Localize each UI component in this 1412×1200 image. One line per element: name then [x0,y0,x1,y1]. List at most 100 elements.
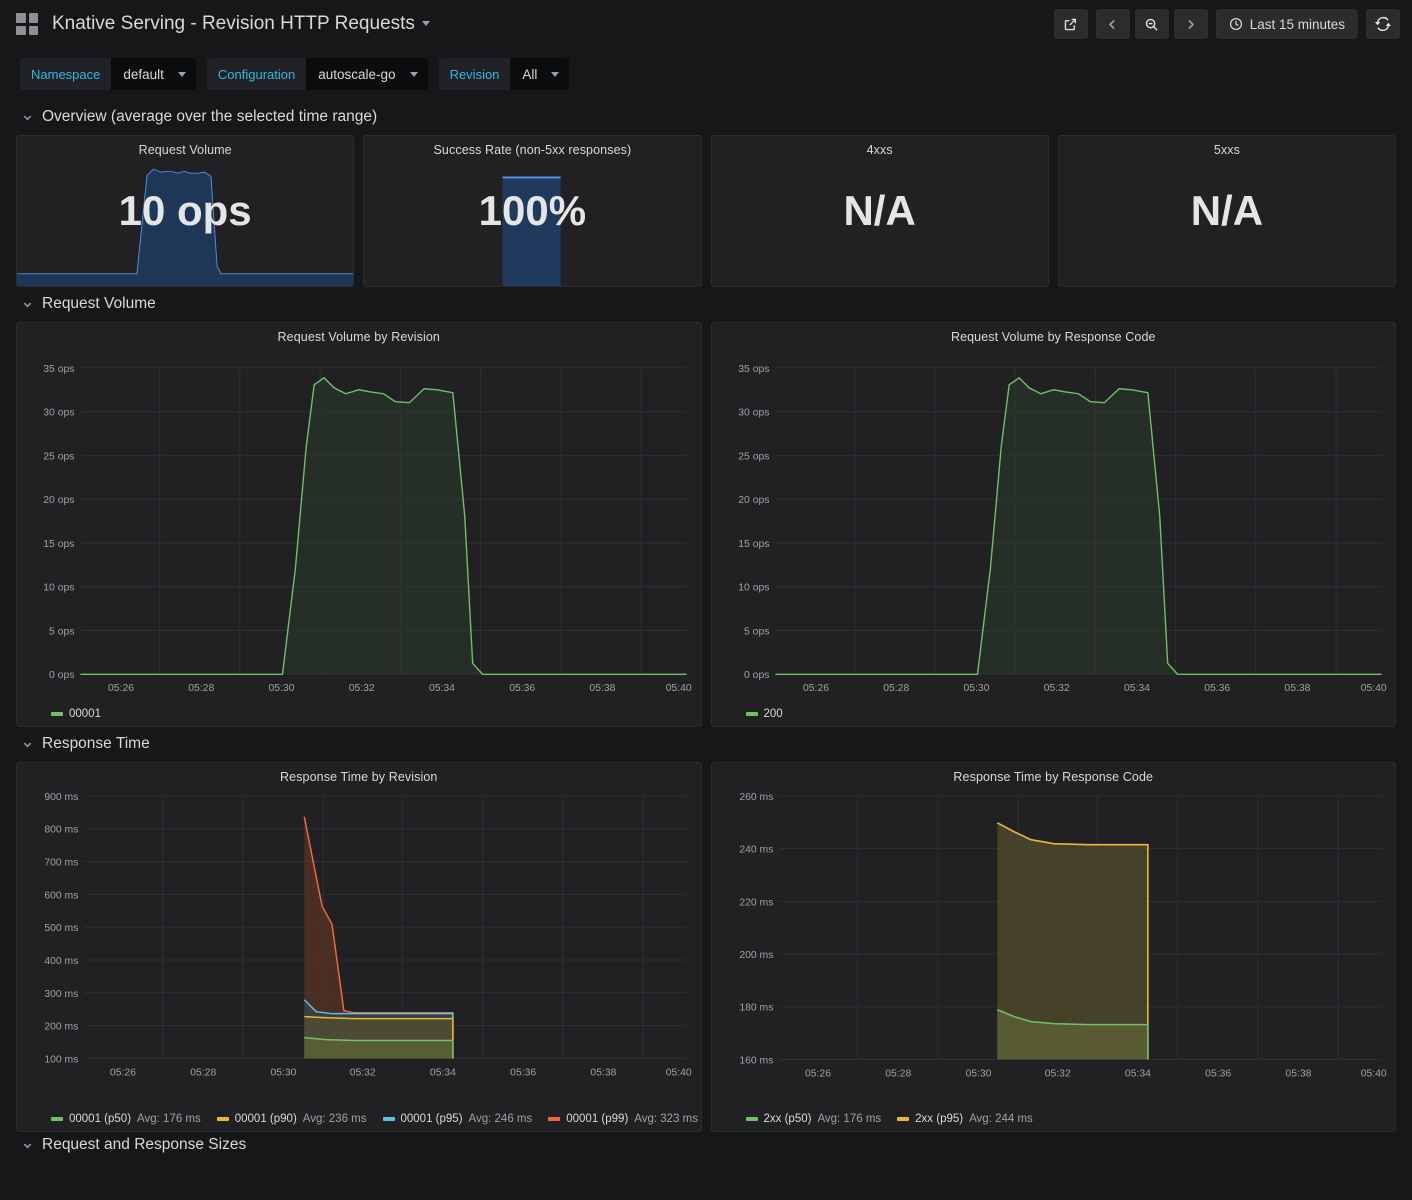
svg-text:05:28: 05:28 [885,1068,911,1079]
svg-text:30 ops: 30 ops [43,408,74,419]
legend-item[interactable]: 2xx (p50) Avg: 176 ms [746,1113,882,1125]
legend-color-swatch [51,712,63,716]
svg-text:0 ops: 0 ops [49,670,74,681]
legend-item[interactable]: 00001 (p95) Avg: 246 ms [383,1113,533,1125]
row-header-request-response-sizes[interactable]: Request and Response Sizes [0,1132,1412,1156]
legend-item[interactable]: 200 [746,708,783,720]
svg-text:05:28: 05:28 [190,1067,216,1078]
chevron-down-icon [178,72,186,77]
panel-response-time-by-response-code[interactable]: Response Time by Response Code 260 ms 24… [711,762,1397,1132]
svg-text:05:34: 05:34 [1123,683,1149,694]
time-range-label: Last 15 minutes [1250,17,1345,32]
stat-value-request-volume: 10 ops [119,190,252,232]
chevron-down-icon [22,112,33,123]
legend-color-swatch [897,1117,909,1121]
svg-text:05:30: 05:30 [270,1067,296,1078]
svg-text:05:30: 05:30 [268,683,294,694]
legend-avg: Avg: 176 ms [817,1113,881,1125]
row-title-overview: Overview (average over the selected time… [42,108,377,126]
chevron-down-icon [551,72,559,77]
legend-color-swatch [746,712,758,716]
panel-request-volume-by-revision[interactable]: Request Volume by Revision 35 ops 30 ops… [16,322,702,727]
variable-namespace-select[interactable]: default [111,58,196,90]
time-nav-group [1096,9,1208,39]
svg-text:35 ops: 35 ops [43,364,74,375]
panel-response-time-by-revision[interactable]: Response Time by Revision 900 ms 800 ms … [16,762,702,1132]
zoom-out-icon [1144,17,1159,32]
chevron-down-icon [22,739,33,750]
chevron-down-icon [22,1140,33,1151]
legend-item[interactable]: 00001 [51,708,101,720]
svg-text:30 ops: 30 ops [738,408,769,419]
panel-title-rv-response-code: Request Volume by Response Code [712,323,1396,344]
stat-value-4xxs: N/A [843,190,915,232]
zoom-out-button[interactable] [1135,9,1169,39]
panel-title-rv-revision: Request Volume by Revision [17,323,701,344]
time-range-picker[interactable]: Last 15 minutes [1216,9,1358,39]
chevron-left-icon [1106,18,1119,31]
legend-item[interactable]: 00001 (p90) Avg: 236 ms [217,1113,367,1125]
refresh-button[interactable] [1366,9,1400,39]
variable-revision-select[interactable]: All [510,58,569,90]
legend-rt-response-code: 2xx (p50) Avg: 176 ms 2xx (p95) Avg: 244… [712,1113,1396,1125]
svg-text:05:32: 05:32 [349,683,375,694]
panel-5xxs-stat[interactable]: 5xxs N/A [1058,135,1396,287]
legend-label: 00001 (p90) [235,1113,297,1125]
legend-label: 2xx (p50) [764,1113,812,1125]
svg-text:05:36: 05:36 [1205,1068,1231,1079]
svg-text:05:28: 05:28 [188,683,214,694]
svg-text:05:38: 05:38 [1284,683,1310,694]
overview-panel-row: Request Volume 10 ops Success Rate (non-… [0,135,1412,287]
row-header-response-time[interactable]: Response Time [0,727,1412,762]
clock-icon [1229,17,1243,31]
variable-configuration-select[interactable]: autoscale-go [306,58,427,90]
svg-text:180 ms: 180 ms [739,1003,773,1014]
chevron-down-icon [22,299,33,310]
svg-text:05:38: 05:38 [1285,1068,1311,1079]
time-shift-back-button[interactable] [1096,9,1130,39]
legend-avg: Avg: 246 ms [469,1113,533,1125]
svg-text:10 ops: 10 ops [738,583,769,594]
row-title-request-response-sizes: Request and Response Sizes [42,1136,246,1154]
legend-avg: Avg: 236 ms [303,1113,367,1125]
time-shift-forward-button[interactable] [1174,9,1208,39]
svg-text:20 ops: 20 ops [738,495,769,506]
svg-text:10 ops: 10 ops [43,583,74,594]
svg-text:100 ms: 100 ms [44,1054,78,1065]
svg-text:240 ms: 240 ms [739,845,773,856]
graph-rv-response-code[interactable]: 35 ops 30 ops 25 ops 20 ops 15 ops 10 op… [712,345,1396,726]
svg-text:05:36: 05:36 [510,1067,536,1078]
svg-text:15 ops: 15 ops [738,539,769,550]
panel-success-rate-stat[interactable]: Success Rate (non-5xx responses) 100% [363,135,701,287]
panel-request-volume-by-response-code[interactable]: Request Volume by Response Code 35 ops 3… [711,322,1397,727]
svg-text:160 ms: 160 ms [739,1055,773,1066]
panel-request-volume-stat[interactable]: Request Volume 10 ops [16,135,354,287]
legend-color-swatch [548,1117,560,1121]
request-volume-panel-row: Request Volume by Revision 35 ops 30 ops… [0,322,1412,727]
top-navbar: Knative Serving - Revision HTTP Requests [0,0,1412,48]
navbar-actions: Last 15 minutes [1054,9,1400,39]
page-title[interactable]: Knative Serving - Revision HTTP Requests [52,13,430,35]
svg-text:05:26: 05:26 [803,683,829,694]
legend-item[interactable]: 2xx (p95) Avg: 244 ms [897,1113,1033,1125]
svg-text:05:36: 05:36 [1204,683,1230,694]
page-title-text: Knative Serving - Revision HTTP Requests [52,13,415,34]
legend-label: 00001 (p99) [566,1113,628,1125]
legend-rv-response-code: 200 [712,708,1396,720]
graph-rt-revision[interactable]: 900 ms 800 ms 700 ms 600 ms 500 ms 400 m… [17,785,701,1131]
svg-text:05:38: 05:38 [589,683,615,694]
legend-color-swatch [51,1117,63,1121]
svg-text:05:32: 05:32 [350,1067,376,1078]
stat-value-5xxs: N/A [1191,190,1263,232]
svg-text:05:34: 05:34 [430,1067,456,1078]
panel-4xxs-stat[interactable]: 4xxs N/A [711,135,1049,287]
legend-item[interactable]: 00001 (p50) Avg: 176 ms [51,1113,201,1125]
graph-rv-revision[interactable]: 35 ops 30 ops 25 ops 20 ops 15 ops 10 op… [17,345,701,726]
row-title-request-volume: Request Volume [42,295,156,313]
graph-rt-response-code[interactable]: 260 ms 240 ms 220 ms 200 ms 180 ms 160 m… [712,785,1396,1131]
svg-text:05:34: 05:34 [429,683,455,694]
row-header-overview[interactable]: Overview (average over the selected time… [0,100,1412,135]
row-header-request-volume[interactable]: Request Volume [0,287,1412,322]
share-dashboard-button[interactable] [1054,9,1088,39]
legend-item[interactable]: 00001 (p99) Avg: 323 ms [548,1113,698,1125]
